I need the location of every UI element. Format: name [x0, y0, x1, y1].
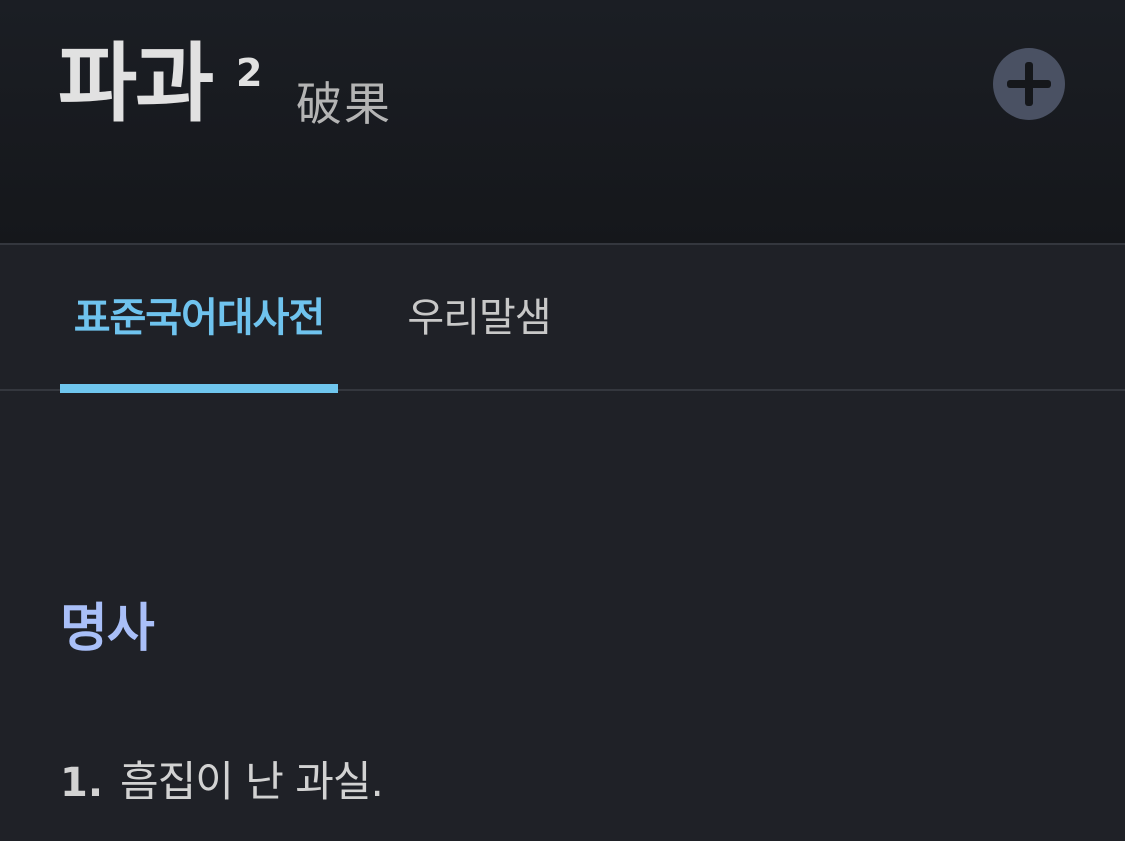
homonym-number: 2 [236, 51, 263, 95]
sense-definition: 흠집이 난 과실. [120, 757, 384, 806]
plus-icon [1007, 62, 1051, 106]
headword: 파과 [58, 34, 214, 134]
dictionary-tabs: 표준국어대사전 우리말샘 [0, 245, 1125, 391]
entry-header: 파과 2 破果 [0, 0, 1125, 243]
active-tab-indicator [60, 384, 338, 393]
sense-number: 1. [60, 760, 104, 806]
part-of-speech-label: 명사 [60, 599, 155, 659]
add-to-wordbook-button[interactable] [993, 48, 1065, 120]
tab-standard-dictionary[interactable]: 표준국어대사전 [60, 245, 338, 391]
hanja-text: 破果 [296, 77, 392, 131]
tab-urimalsaem[interactable]: 우리말샘 [396, 245, 562, 391]
